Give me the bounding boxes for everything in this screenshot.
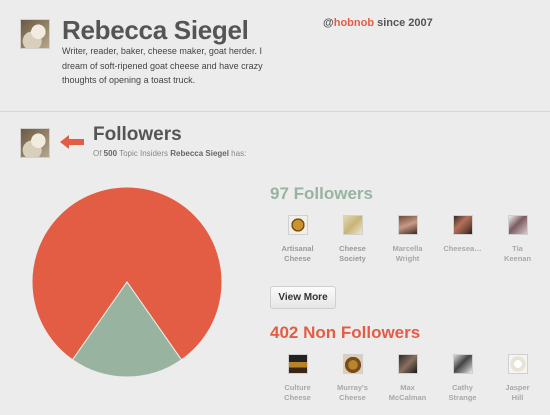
followers-pie-chart bbox=[31, 186, 223, 378]
non-followers-heading: 402 Non Followers bbox=[270, 323, 421, 342]
subtitle-mid: Topic Insiders bbox=[117, 149, 171, 158]
follower-item[interactable]: Artisanal Cheese bbox=[270, 215, 325, 264]
marcella-wright-avatar-icon bbox=[397, 215, 418, 235]
non-follower-item[interactable]: Culture Cheese bbox=[270, 354, 325, 403]
non-follower-label: Jasper Hill bbox=[505, 383, 530, 402]
arrow-left-icon bbox=[60, 135, 84, 149]
follower-item[interactable]: Cheese Society bbox=[325, 215, 380, 264]
non-follower-item[interactable]: Max McCalman bbox=[380, 354, 435, 403]
section-subtitle: Of 500 Topic Insiders Rebecca Siegel has… bbox=[93, 149, 246, 158]
hobnob-since-badge: @hobnob since 2007 bbox=[323, 17, 433, 29]
subtitle-of: Of bbox=[93, 149, 104, 158]
non-follower-label: Murray's Cheese bbox=[337, 383, 368, 402]
artisanal-cheese-logo-icon bbox=[287, 215, 308, 235]
profile-avatar-small[interactable] bbox=[20, 128, 50, 158]
cheesea-avatar-icon bbox=[452, 215, 473, 235]
hobnob-brand[interactable]: hobnob bbox=[334, 17, 374, 29]
followers-list: Artisanal Cheese Cheese Society Marcella Wr… bbox=[270, 215, 545, 264]
followers-heading: 97 Followers bbox=[270, 184, 373, 203]
non-followers-list: Culture Cheese Murray's Cheese Max McCalman… bbox=[270, 354, 545, 403]
jasper-hill-logo-icon bbox=[507, 354, 528, 374]
subtitle-name: Rebecca Siegel bbox=[170, 149, 229, 158]
culture-cheese-logo-icon bbox=[287, 354, 308, 374]
handle-since: since 2007 bbox=[374, 17, 433, 29]
follower-item[interactable]: Tia Keenan bbox=[490, 215, 545, 264]
cathy-strange-avatar-icon bbox=[452, 354, 473, 374]
profile-header: Rebecca Siegel @hobnob since 2007 Writer… bbox=[0, 0, 550, 112]
profile-name[interactable]: Rebecca Siegel bbox=[62, 15, 249, 46]
follower-label: Tia Keenan bbox=[503, 244, 532, 263]
non-follower-label: Culture Cheese bbox=[284, 383, 311, 402]
non-follower-item[interactable]: Jasper Hill bbox=[490, 354, 545, 403]
handle-prefix: @ bbox=[323, 17, 334, 29]
followers-section: Followers Of 500 Topic Insiders Rebecca … bbox=[0, 112, 550, 415]
subtitle-end: has: bbox=[228, 149, 247, 158]
non-follower-label: Cathy Strange bbox=[448, 383, 477, 402]
murrays-cheese-logo-icon bbox=[342, 354, 363, 374]
follower-label: Artisanal Cheese bbox=[281, 244, 314, 263]
non-follower-item[interactable]: Murray's Cheese bbox=[325, 354, 380, 403]
follower-item[interactable]: Cheesea… bbox=[435, 215, 490, 264]
follower-item[interactable]: Marcella Wright bbox=[380, 215, 435, 264]
view-more-button[interactable]: View More bbox=[270, 286, 336, 309]
tia-keenan-avatar-icon bbox=[507, 215, 528, 235]
profile-avatar[interactable] bbox=[20, 19, 50, 49]
follower-label: Cheese Society bbox=[339, 244, 366, 263]
subtitle-count: 500 bbox=[103, 149, 118, 158]
follower-label: Cheesea… bbox=[443, 244, 482, 253]
non-follower-label: Max McCalman bbox=[388, 383, 427, 402]
max-mccalman-avatar-icon bbox=[397, 354, 418, 374]
profile-bio: Writer, reader, baker, cheese maker, goa… bbox=[62, 46, 263, 85]
follower-label: Marcella Wright bbox=[392, 244, 423, 263]
non-follower-item[interactable]: Cathy Strange bbox=[435, 354, 490, 403]
cheese-society-photo-icon bbox=[342, 215, 363, 235]
section-title: Followers bbox=[93, 124, 182, 145]
